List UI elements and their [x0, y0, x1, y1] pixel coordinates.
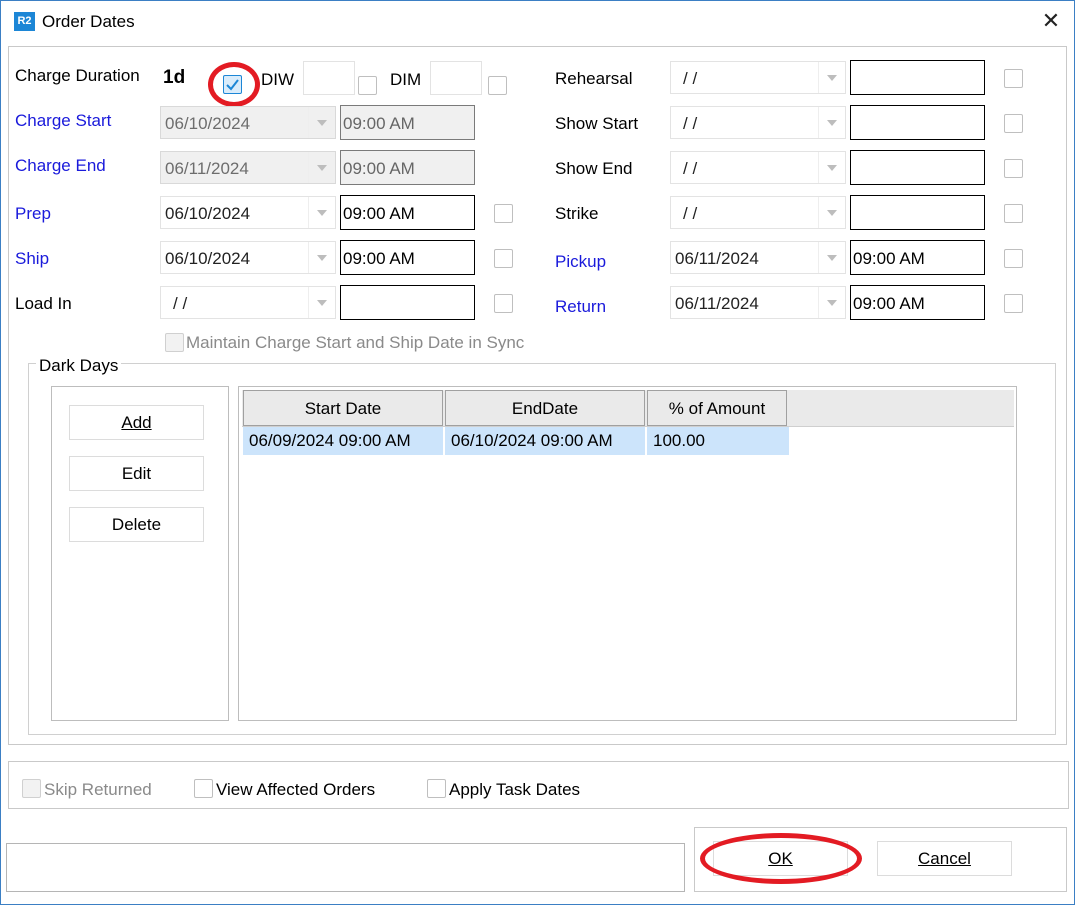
show-start-label: Show Start	[555, 114, 639, 133]
charge-start-label: Charge Start	[15, 111, 112, 130]
delete-button[interactable]: Delete	[69, 507, 204, 542]
view-affected-orders-checkbox[interactable]	[194, 779, 213, 798]
strike-checkbox[interactable]	[1004, 204, 1023, 223]
prep-checkbox[interactable]	[494, 204, 513, 223]
charge-start-time[interactable]: 09:00 AM	[340, 105, 475, 140]
load-in-time[interactable]	[340, 285, 475, 320]
ship-checkbox[interactable]	[494, 249, 513, 268]
status-field[interactable]	[6, 843, 685, 892]
window-title: Order Dates	[42, 12, 135, 31]
charge-duration-label: Charge Duration	[15, 66, 140, 85]
table-cell[interactable]: 06/10/2024 09:00 AM	[445, 427, 645, 455]
prep-label: Prep	[15, 204, 51, 223]
dim-field[interactable]	[430, 61, 482, 95]
ok-button[interactable]: OK	[713, 841, 848, 876]
chevron-down-icon	[308, 107, 335, 138]
chevron-down-icon	[818, 287, 845, 318]
strike-date[interactable]: / /	[670, 196, 846, 229]
ship-time[interactable]: 09:00 AM	[340, 240, 475, 275]
table-cell[interactable]: 06/09/2024 09:00 AM	[243, 427, 443, 455]
load-in-date[interactable]: / /	[160, 286, 336, 319]
pickup-date[interactable]: 06/11/2024	[670, 241, 846, 274]
maintain-sync-checkbox[interactable]	[165, 333, 184, 352]
chevron-down-icon	[818, 62, 845, 93]
apply-task-dates-checkbox[interactable]	[427, 779, 446, 798]
show-start-date[interactable]: / /	[670, 106, 846, 139]
title-bar: R2 Order Dates ✕	[1, 1, 1074, 43]
chevron-down-icon	[818, 242, 845, 273]
dim-label: DIM	[390, 70, 422, 89]
chevron-down-icon	[818, 197, 845, 228]
order-dates-dialog: R2 Order Dates ✕ Charge Duration 1d DIW …	[0, 0, 1075, 905]
prep-time[interactable]: 09:00 AM	[340, 195, 475, 230]
show-end-time[interactable]	[850, 150, 985, 185]
charge-end-label: Charge End	[15, 156, 106, 175]
return-checkbox[interactable]	[1004, 294, 1023, 313]
chevron-down-icon	[308, 287, 335, 318]
skip-returned-checkbox[interactable]	[22, 779, 41, 798]
charge-duration-value: 1d	[163, 67, 186, 88]
charge-duration-checkbox[interactable]	[223, 75, 242, 94]
show-start-checkbox[interactable]	[1004, 114, 1023, 133]
load-in-label: Load In	[15, 294, 72, 313]
diw-label: DIW	[261, 70, 295, 89]
pickup-checkbox[interactable]	[1004, 249, 1023, 268]
column-percent-amount[interactable]: % of Amount	[647, 390, 787, 426]
app-icon: R2	[14, 12, 35, 31]
rehearsal-checkbox[interactable]	[1004, 69, 1023, 88]
diw-field[interactable]	[303, 61, 355, 95]
pickup-label: Pickup	[555, 252, 607, 271]
return-label: Return	[555, 297, 607, 316]
charge-end-time[interactable]: 09:00 AM	[340, 150, 475, 185]
strike-time[interactable]	[850, 195, 985, 230]
column-start-date[interactable]: Start Date	[243, 390, 443, 426]
ship-label: Ship	[15, 249, 50, 268]
dark-days-label: Dark Days	[36, 356, 122, 376]
ship-date[interactable]: 06/10/2024	[160, 241, 336, 274]
skip-returned-label: Skip Returned	[44, 780, 152, 799]
charge-end-date[interactable]: 06/11/2024	[160, 151, 336, 184]
column-end-date[interactable]: EndDate	[445, 390, 645, 426]
add-button[interactable]: Add	[69, 405, 204, 440]
rehearsal-label: Rehearsal	[555, 69, 633, 88]
show-start-time[interactable]	[850, 105, 985, 140]
show-end-checkbox[interactable]	[1004, 159, 1023, 178]
table-cell[interactable]: 100.00	[647, 427, 789, 455]
strike-label: Strike	[555, 204, 599, 223]
chevron-down-icon	[308, 197, 335, 228]
maintain-sync-label: Maintain Charge Start and Ship Date in S…	[186, 333, 525, 352]
checkmark-icon	[226, 79, 239, 91]
prep-date[interactable]: 06/10/2024	[160, 196, 336, 229]
chevron-down-icon	[818, 152, 845, 183]
load-in-checkbox[interactable]	[494, 294, 513, 313]
diw-checkbox[interactable]	[358, 76, 377, 95]
chevron-down-icon	[308, 242, 335, 273]
chevron-down-icon	[818, 107, 845, 138]
view-affected-orders-label: View Affected Orders	[216, 780, 376, 799]
show-end-label: Show End	[555, 159, 633, 178]
chevron-down-icon	[308, 152, 335, 183]
apply-task-dates-label: Apply Task Dates	[449, 780, 581, 799]
return-time[interactable]: 09:00 AM	[850, 285, 985, 320]
close-icon[interactable]: ✕	[1037, 7, 1065, 35]
edit-button[interactable]: Edit	[69, 456, 204, 491]
show-end-date[interactable]: / /	[670, 151, 846, 184]
return-date[interactable]: 06/11/2024	[670, 286, 846, 319]
charge-start-date[interactable]: 06/10/2024	[160, 106, 336, 139]
cancel-button[interactable]: Cancel	[877, 841, 1012, 876]
pickup-time[interactable]: 09:00 AM	[850, 240, 985, 275]
dim-checkbox[interactable]	[488, 76, 507, 95]
rehearsal-time[interactable]	[850, 60, 985, 95]
rehearsal-date[interactable]: / /	[670, 61, 846, 94]
